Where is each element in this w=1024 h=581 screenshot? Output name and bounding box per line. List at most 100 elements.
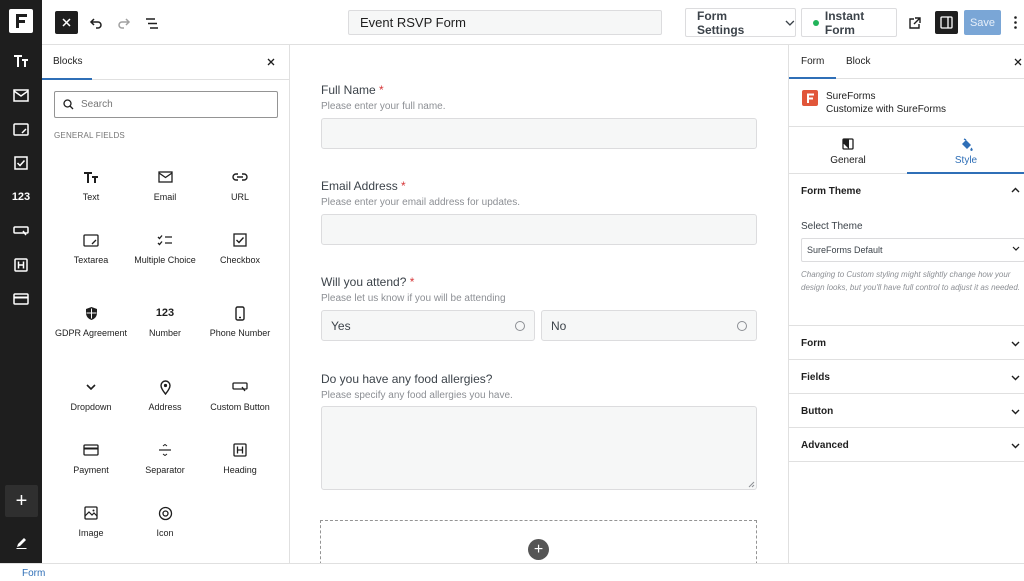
brand-subtitle: Customize with SureForms	[826, 104, 947, 115]
heading-block-icon[interactable]	[0, 250, 42, 280]
block-separator[interactable]: Separator	[128, 440, 202, 475]
tab-blocks[interactable]: Blocks	[42, 45, 92, 80]
textarea-block-icon[interactable]	[0, 114, 42, 144]
phone-icon	[203, 303, 277, 323]
block-phone-number[interactable]: Phone Number	[203, 303, 277, 338]
block-payment[interactable]: Payment	[54, 440, 128, 475]
custom-button-block-icon[interactable]	[0, 216, 42, 246]
payment-block-icon[interactable]	[0, 284, 42, 314]
choice-yes[interactable]: Yes	[321, 310, 535, 341]
theme-select[interactable]: SureForms Default	[801, 238, 1024, 262]
full-name-label: Full Name *	[321, 83, 384, 97]
search-input[interactable]: Search	[54, 91, 278, 118]
allergies-textarea[interactable]	[321, 406, 757, 490]
block-dropdown[interactable]: Dropdown	[54, 377, 128, 412]
close-inserter-button[interactable]	[55, 11, 78, 34]
full-name-help: Please enter your full name.	[321, 101, 446, 112]
email-label: Email Address *	[321, 179, 406, 193]
general-settings-icon	[789, 138, 907, 152]
icon-block-icon	[128, 503, 202, 523]
block-textarea[interactable]: Textarea	[54, 230, 128, 265]
left-rail: 123 +	[0, 0, 42, 563]
save-button[interactable]: Save	[964, 10, 1001, 35]
checkbox-icon	[203, 230, 277, 250]
block-label: GDPR Agreement	[54, 328, 128, 338]
segment-general[interactable]: General	[789, 127, 907, 174]
block-label: Textarea	[73, 255, 109, 265]
allergies-help: Please specify any food allergies you ha…	[321, 390, 513, 401]
block-number[interactable]: 123 Number	[128, 303, 202, 338]
choice-label: Yes	[331, 318, 351, 333]
number-block-icon[interactable]: 123	[0, 182, 42, 212]
block-custom-button[interactable]: Custom Button	[203, 377, 277, 412]
email-input[interactable]	[321, 214, 757, 245]
form-title-field[interactable]: Event RSVP Form	[348, 10, 662, 35]
required-mark: *	[379, 83, 384, 97]
block-label: Multiple Choice	[134, 255, 196, 265]
accordion-fields[interactable]: Fields	[789, 360, 1024, 394]
chevron-up-icon[interactable]	[1011, 187, 1020, 193]
block-icon[interactable]: Icon	[128, 503, 202, 538]
image-icon	[54, 503, 128, 523]
settings-panel-toggle[interactable]	[935, 11, 958, 34]
edit-pen-icon[interactable]	[0, 528, 42, 556]
breadcrumb[interactable]: Form	[22, 568, 45, 579]
accordion-title: Button	[801, 406, 834, 417]
radio-icon	[515, 321, 525, 331]
list-view-icon[interactable]	[140, 11, 164, 35]
checkbox-block-icon[interactable]	[0, 148, 42, 178]
more-options-icon[interactable]	[1008, 11, 1022, 34]
required-mark: *	[409, 275, 415, 289]
choice-no[interactable]: No	[541, 310, 757, 341]
multiple-choice-icon	[128, 230, 202, 250]
block-label: Heading	[223, 465, 257, 475]
accordion-advanced[interactable]: Advanced	[789, 428, 1024, 462]
full-name-input[interactable]	[321, 118, 757, 149]
tab-block[interactable]: Block	[834, 45, 882, 79]
sureforms-logo-icon[interactable]	[9, 9, 33, 33]
segment-style[interactable]: Style	[907, 127, 1024, 174]
block-breadcrumb-bar: Form	[0, 563, 1024, 581]
tab-form[interactable]: Form	[789, 45, 837, 79]
accordion-button[interactable]: Button	[789, 394, 1024, 428]
external-link-icon[interactable]	[902, 11, 926, 35]
number-glyph: 123	[155, 307, 175, 319]
text-block-icon[interactable]	[0, 46, 42, 76]
close-icon[interactable]	[1011, 55, 1024, 69]
instant-form-button[interactable]: Instant Form	[801, 8, 897, 37]
location-pin-icon	[128, 377, 202, 397]
block-heading[interactable]: Heading	[203, 440, 277, 475]
required-mark: *	[401, 179, 406, 193]
block-checkbox[interactable]: Checkbox	[203, 230, 277, 265]
add-block-plus-button[interactable]: +	[528, 539, 549, 560]
form-settings-button[interactable]: Form Settings	[685, 8, 796, 37]
block-multiple-choice[interactable]: Multiple Choice	[128, 230, 202, 265]
form-canvas: Full Name * Please enter your full name.…	[290, 45, 788, 563]
block-label: Separator	[145, 465, 185, 475]
form-theme-title[interactable]: Form Theme	[801, 186, 861, 197]
accordion-form[interactable]: Form	[789, 326, 1024, 360]
attend-label: Will you attend? *	[321, 275, 414, 289]
block-label: Phone Number	[209, 328, 271, 338]
block-email[interactable]: Email	[128, 167, 202, 202]
brand-name: SureForms	[826, 91, 876, 102]
block-address[interactable]: Address	[128, 377, 202, 412]
redo-icon[interactable]	[112, 11, 136, 35]
card-icon	[54, 440, 128, 460]
custom-button-icon	[203, 377, 277, 397]
block-label: Payment	[73, 465, 109, 475]
separator-icon	[128, 440, 202, 460]
block-url[interactable]: URL	[203, 167, 277, 202]
chevron-down-icon	[1012, 246, 1020, 251]
close-icon[interactable]	[264, 55, 278, 69]
settings-sidebar: Form Block SureForms Customize with Sure…	[788, 45, 1024, 563]
block-gdpr-agreement[interactable]: GDPR Agreement	[54, 303, 128, 338]
resize-grip-icon[interactable]	[747, 480, 755, 488]
theme-note: Changing to Custom styling might slightl…	[801, 270, 1020, 292]
add-block-button[interactable]: +	[5, 485, 38, 517]
block-image[interactable]: Image	[54, 503, 128, 538]
undo-icon[interactable]	[84, 11, 108, 35]
email-block-icon[interactable]	[0, 80, 42, 110]
block-text[interactable]: Text	[54, 167, 128, 202]
block-label: Image	[78, 528, 104, 538]
